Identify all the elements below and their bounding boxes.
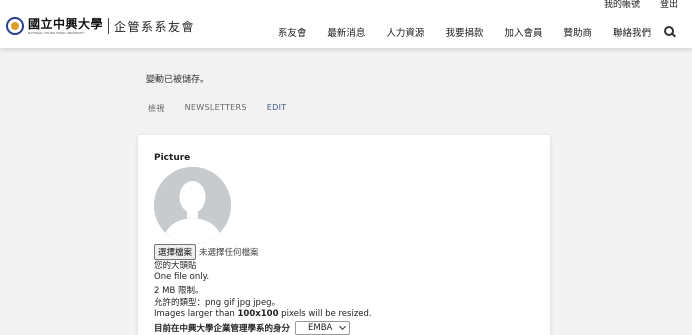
search-icon[interactable] [664, 26, 676, 38]
nav-item-sponsors[interactable]: 贊助商 [563, 25, 592, 39]
choose-file-button[interactable]: 選擇檔案 [154, 244, 197, 260]
tab-view[interactable]: 檢視 [148, 103, 165, 114]
logo-divider [108, 18, 110, 34]
file-upload-row: 選擇檔案 未選擇任何檔案 [154, 244, 259, 260]
nav-item-join[interactable]: 加入會員 [504, 25, 542, 39]
logout-link[interactable]: 登出 [660, 0, 678, 12]
help-text-file-count: One file only. [154, 272, 210, 282]
nav-item-hr[interactable]: 人力資源 [386, 25, 424, 39]
picture-label: Picture [154, 153, 191, 163]
account-links: 我的帳號 登出 [604, 0, 678, 12]
logo-department-name: 企管系系友會 [114, 19, 196, 34]
nav-item-alumni[interactable]: 系友會 [278, 25, 307, 39]
my-account-link[interactable]: 我的帳號 [604, 0, 640, 12]
profile-tabs: 檢視 NEWSLETTERS EDIT [148, 103, 286, 114]
identity-row: 目前在中興大學企業管理學系的身分 EMBA [154, 321, 351, 335]
logo-university-name-en: NATIONAL CHUNG HSING UNIVERSITY [28, 30, 85, 35]
tab-edit[interactable]: EDIT [267, 103, 287, 114]
identity-label: 目前在中興大學企業管理學系的身分 [154, 324, 291, 334]
nav-item-contact[interactable]: 聯絡我們 [613, 25, 651, 39]
resize-dimensions: 100x100 [237, 309, 279, 319]
identity-selected-value: EMBA [308, 323, 333, 333]
site-logo[interactable]: 國立中興大學 NATIONAL CHUNG HSING UNIVERSITY 企… [6, 16, 195, 36]
logo-university-name: 國立中興大學 [28, 16, 104, 31]
avatar [154, 167, 231, 244]
help-text-size-limit: 2 MB 限制。 [154, 286, 204, 296]
identity-select[interactable]: EMBA [295, 321, 351, 335]
nav-item-news[interactable]: 最新消息 [327, 25, 365, 39]
help-text-description: 您的大頭貼 [154, 261, 197, 271]
default-user-silhouette-icon [154, 167, 231, 244]
chevron-down-icon [338, 322, 347, 331]
file-status-text: 未選擇任何檔案 [199, 248, 259, 258]
logo-text: 國立中興大學 NATIONAL CHUNG HSING UNIVERSITY [28, 16, 104, 35]
resize-prefix: Images larger than [154, 309, 238, 319]
nav-item-donate[interactable]: 我要捐款 [445, 25, 483, 39]
help-text-allowed-types: 允許的類型：png gif jpg jpeg。 [154, 298, 281, 308]
main-nav: 系友會 最新消息 人力資源 我要捐款 加入會員 贊助商 聯絡我們 [257, 25, 676, 39]
resize-suffix: pixels will be resized. [278, 309, 372, 319]
edit-form-card: Picture 選擇檔案 未選擇任何檔案 您的大頭貼 One file only… [138, 135, 550, 335]
site-header: 我的帳號 登出 國立中興大學 NATIONAL CHUNG HSING UNIV… [0, 0, 692, 48]
university-seal-icon [6, 17, 24, 35]
tab-newsletters[interactable]: NEWSLETTERS [185, 103, 247, 114]
help-text-resize: Images larger than 100x100 pixels will b… [154, 309, 372, 319]
status-message: 變動已被儲存。 [146, 75, 210, 85]
